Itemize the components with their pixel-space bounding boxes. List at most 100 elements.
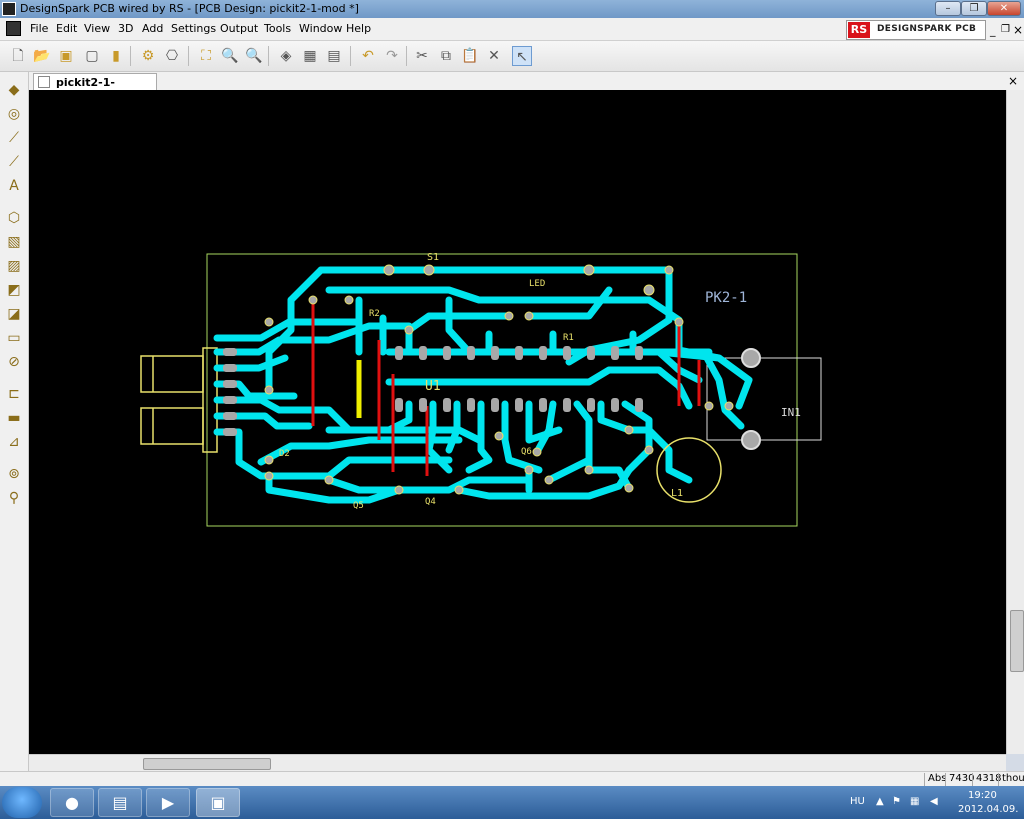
- add-track-icon[interactable]: ⟋: [4, 128, 24, 148]
- redo-icon[interactable]: ↷: [382, 46, 402, 66]
- settings-gear-icon[interactable]: ⚙: [138, 46, 158, 66]
- zoom-out-icon[interactable]: 🔍: [244, 46, 264, 66]
- menu-tools[interactable]: Tools: [264, 22, 291, 35]
- u1-label: U1: [425, 379, 441, 394]
- add-template-icon[interactable]: ◪: [4, 304, 24, 324]
- coord-mode: Abs: [924, 773, 946, 786]
- new-design-icon[interactable]: ▢: [82, 46, 102, 66]
- toolbar-separator: [350, 46, 351, 66]
- menu-help[interactable]: Help: [346, 22, 371, 35]
- designspark-logo: RS DESIGNSPARK PCB: [846, 20, 986, 40]
- pcb-file-icon: [38, 76, 50, 88]
- s1-label: S1: [427, 252, 439, 263]
- add-copper-icon[interactable]: ▨: [4, 256, 24, 276]
- add-text-icon[interactable]: A: [4, 176, 24, 196]
- toolbar-separator: [268, 46, 269, 66]
- r1-label: R1: [563, 333, 574, 343]
- properties-icon[interactable]: ▤: [324, 46, 344, 66]
- maximize-button[interactable]: ❐: [961, 1, 987, 16]
- q6-label: Q6: [521, 447, 532, 457]
- doc-restore-button[interactable]: ❐: [1001, 24, 1010, 35]
- board-name-label: PK2-1: [705, 290, 747, 306]
- brand-text: DESIGNSPARK PCB: [877, 24, 977, 34]
- add-board-icon[interactable]: ◩: [4, 280, 24, 300]
- add-area-icon[interactable]: ▧: [4, 232, 24, 252]
- mount-hole: [741, 348, 761, 368]
- select-pointer-icon[interactable]: ↖: [512, 46, 532, 66]
- zoom-fit-icon[interactable]: ⛶: [196, 46, 216, 66]
- app-icon[interactable]: [2, 2, 16, 16]
- media-player-icon[interactable]: ▶: [146, 788, 190, 817]
- l1-label: L1: [671, 488, 683, 499]
- mount-hole: [741, 430, 761, 450]
- add-drill-icon[interactable]: ⊚: [4, 464, 24, 484]
- add-ruler-icon[interactable]: ▬: [4, 408, 24, 428]
- fill-icon[interactable]: ◈: [276, 46, 296, 66]
- pcb-design-canvas[interactable]: PK2-1 U1 S1 L1 IN1 D2 Q4 Q5 Q6 R1 R2 LED: [29, 90, 1006, 754]
- horizontal-scroll-thumb[interactable]: [143, 758, 271, 770]
- menu-file[interactable]: File: [30, 22, 48, 35]
- close-button[interactable]: ✕: [987, 1, 1021, 16]
- paste-icon[interactable]: 📋: [460, 46, 480, 66]
- menu-3d[interactable]: 3D: [118, 22, 133, 35]
- q5-label: Q5: [353, 501, 364, 511]
- r2-label: R2: [369, 309, 380, 319]
- vertical-scroll-thumb[interactable]: [1010, 610, 1024, 672]
- component-icon[interactable]: ⎔: [162, 46, 182, 66]
- chrome-icon[interactable]: ●: [50, 788, 94, 817]
- con1-label: IN1: [781, 406, 801, 419]
- menu-window[interactable]: Window: [299, 22, 342, 35]
- add-rectangle-icon[interactable]: ▭: [4, 328, 24, 348]
- open-folder-icon[interactable]: 📂: [32, 46, 52, 66]
- library-icon[interactable]: ▮: [106, 46, 126, 66]
- clock-date[interactable]: 2012.04.09.: [958, 804, 1018, 815]
- document-tab[interactable]: pickit2-1-mod.pcb: [33, 73, 157, 102]
- add-circle-icon[interactable]: ⊘: [4, 352, 24, 372]
- coord-x: 7430: [945, 773, 974, 786]
- add-via-icon[interactable]: ◎: [4, 104, 24, 124]
- doc-minimize-button[interactable]: _: [990, 24, 996, 37]
- horizontal-scrollbar[interactable]: [29, 754, 1006, 772]
- undo-icon[interactable]: ↶: [358, 46, 378, 66]
- add-shape-icon[interactable]: ⬡: [4, 208, 24, 228]
- doc-close-button[interactable]: ×: [1013, 23, 1023, 37]
- menu-view[interactable]: View: [84, 22, 110, 35]
- volume-icon[interactable]: ◀: [930, 796, 938, 807]
- start-button[interactable]: [2, 787, 42, 818]
- vertical-scrollbar[interactable]: [1006, 90, 1024, 754]
- cut-icon[interactable]: ✂: [412, 46, 432, 66]
- d2-label: D2: [279, 449, 290, 459]
- toolbar-separator: [188, 46, 189, 66]
- language-indicator[interactable]: HU: [850, 796, 865, 807]
- tray-arrow-icon[interactable]: ▲: [876, 796, 884, 807]
- new-file-icon[interactable]: 🗋: [8, 46, 28, 66]
- add-component-icon[interactable]: ◆: [4, 80, 24, 100]
- explorer-icon[interactable]: ▤: [98, 788, 142, 817]
- left-toolbar: ◆ ◎ ⟋ ⟋ A ⬡ ▧ ▨ ◩ ◪ ▭ ⊘ ⊏ ▬ ⊿ ⊚ ⚲: [0, 72, 29, 772]
- add-measure-icon[interactable]: ⊿: [4, 432, 24, 452]
- toolbar-separator: [406, 46, 407, 66]
- minimize-button[interactable]: –: [935, 1, 961, 16]
- document-menu-icon[interactable]: [6, 21, 21, 36]
- led-label: LED: [529, 279, 545, 289]
- menu-settings[interactable]: Settings: [171, 22, 216, 35]
- copper-tracks: [213, 266, 753, 504]
- copy-icon[interactable]: ⧉: [436, 46, 456, 66]
- grid-icon[interactable]: ▦: [300, 46, 320, 66]
- add-dimension-icon[interactable]: ⊏: [4, 384, 24, 404]
- delete-icon[interactable]: ✕: [484, 46, 504, 66]
- tab-close-button[interactable]: ×: [1008, 74, 1018, 88]
- menu-output[interactable]: Output: [220, 22, 258, 35]
- toolbar-separator: [130, 46, 131, 66]
- clock-time[interactable]: 19:20: [968, 790, 997, 801]
- menu-add[interactable]: Add: [142, 22, 163, 35]
- add-line-icon[interactable]: ⟋: [4, 152, 24, 172]
- network-icon[interactable]: ▦: [910, 796, 919, 807]
- designspark-icon[interactable]: ▣: [196, 788, 240, 817]
- action-center-icon[interactable]: ⚑: [892, 796, 901, 807]
- zoom-in-icon[interactable]: 🔍: [220, 46, 240, 66]
- add-footprint-icon[interactable]: ⚲: [4, 488, 24, 508]
- menu-edit[interactable]: Edit: [56, 22, 77, 35]
- pcb-layout: PK2-1 U1 S1 L1 IN1 D2 Q4 Q5 Q6 R1 R2 LED: [140, 252, 822, 527]
- save-icon[interactable]: ▣: [56, 46, 76, 66]
